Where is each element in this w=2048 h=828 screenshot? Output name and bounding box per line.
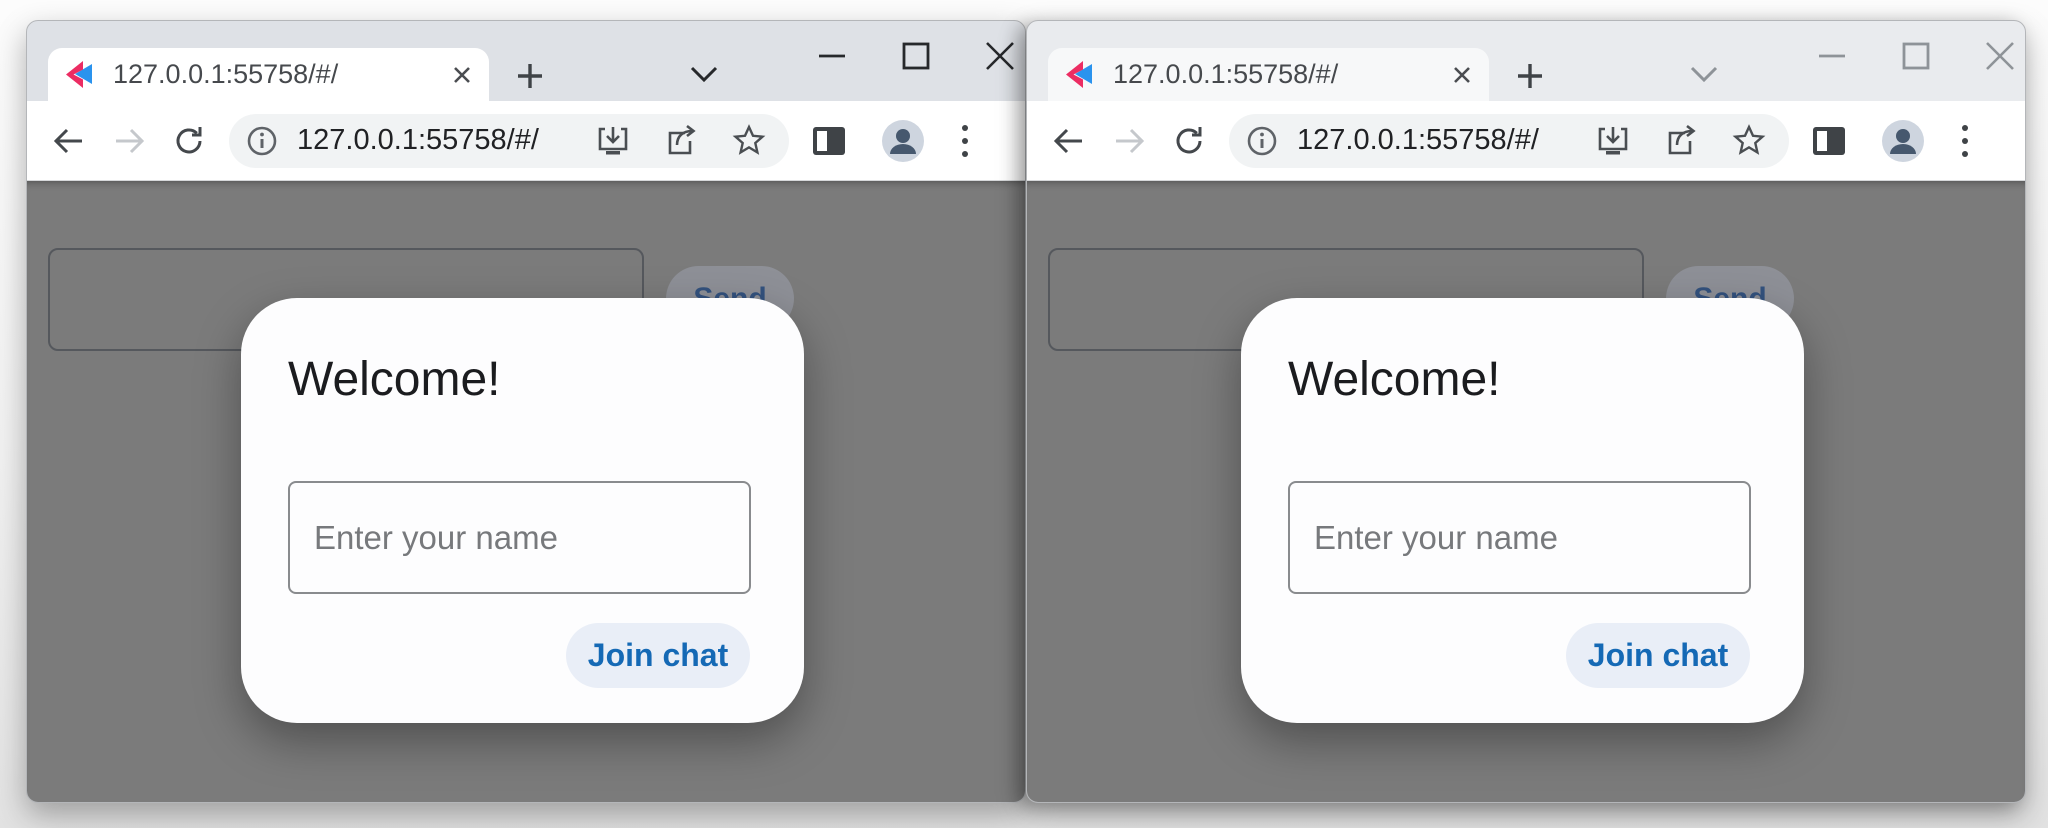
new-tab-icon[interactable] bbox=[1514, 60, 1546, 92]
join-chat-label: Join chat bbox=[588, 637, 728, 674]
site-info-icon[interactable] bbox=[245, 124, 279, 158]
profile-avatar-icon[interactable] bbox=[881, 119, 925, 163]
site-info-icon[interactable] bbox=[1245, 124, 1279, 158]
browser-window-right: 127.0.0.1:55758/#/ bbox=[1026, 20, 2026, 803]
address-bar[interactable]: 127.0.0.1:55758/#/ bbox=[1229, 114, 1789, 168]
url-text[interactable]: 127.0.0.1:55758/#/ bbox=[297, 124, 595, 157]
bookmark-star-icon[interactable] bbox=[1731, 123, 1767, 159]
window-controls bbox=[1817, 41, 2015, 71]
url-text[interactable]: 127.0.0.1:55758/#/ bbox=[1297, 124, 1595, 157]
name-input[interactable] bbox=[1288, 481, 1751, 594]
share-icon[interactable] bbox=[1663, 123, 1699, 159]
profile-avatar-icon[interactable] bbox=[1881, 119, 1925, 163]
reload-icon[interactable] bbox=[1171, 123, 1207, 159]
name-input[interactable] bbox=[288, 481, 751, 594]
address-bar[interactable]: 127.0.0.1:55758/#/ bbox=[229, 114, 789, 168]
forward-icon[interactable] bbox=[111, 123, 147, 159]
browser-toolbar: 127.0.0.1:55758/#/ bbox=[1027, 101, 2025, 181]
install-app-icon[interactable] bbox=[595, 123, 631, 159]
back-icon[interactable] bbox=[1051, 123, 1087, 159]
browser-tab[interactable]: 127.0.0.1:55758/#/ bbox=[1048, 48, 1489, 101]
window-close-icon[interactable] bbox=[1985, 41, 2015, 71]
window-controls bbox=[817, 41, 1015, 71]
browser-window-left: 127.0.0.1:55758/#/ bbox=[26, 20, 1026, 803]
install-app-icon[interactable] bbox=[1595, 123, 1631, 159]
back-icon[interactable] bbox=[51, 123, 87, 159]
join-chat-label: Join chat bbox=[1588, 637, 1728, 674]
tab-strip: 127.0.0.1:55758/#/ bbox=[27, 21, 1025, 101]
join-chat-button[interactable]: Join chat bbox=[1566, 623, 1750, 688]
welcome-dialog: Welcome! Join chat bbox=[1241, 298, 1804, 723]
window-close-icon[interactable] bbox=[985, 41, 1015, 71]
browser-toolbar: 127.0.0.1:55758/#/ bbox=[27, 101, 1025, 181]
browser-tab[interactable]: 127.0.0.1:55758/#/ bbox=[48, 48, 489, 101]
menu-kebab-icon[interactable] bbox=[959, 121, 971, 161]
bookmark-star-icon[interactable] bbox=[731, 123, 767, 159]
tab-close-icon[interactable] bbox=[451, 64, 473, 86]
new-tab-icon[interactable] bbox=[514, 60, 546, 92]
maximize-icon[interactable] bbox=[901, 41, 931, 71]
tab-strip: 127.0.0.1:55758/#/ bbox=[1027, 21, 2025, 101]
menu-kebab-icon[interactable] bbox=[1959, 121, 1971, 161]
dialog-title: Welcome! bbox=[1288, 352, 1501, 407]
toolbar-right-icons bbox=[1811, 119, 1971, 163]
tab-title: 127.0.0.1:55758/#/ bbox=[113, 59, 451, 90]
app-favicon-icon bbox=[1063, 60, 1093, 90]
tab-search-chevron-icon[interactable] bbox=[1687, 63, 1721, 85]
tab-search-chevron-icon[interactable] bbox=[687, 63, 721, 85]
side-panel-icon[interactable] bbox=[1811, 125, 1847, 157]
welcome-dialog: Welcome! Join chat bbox=[241, 298, 804, 723]
forward-icon[interactable] bbox=[1111, 123, 1147, 159]
side-panel-icon[interactable] bbox=[811, 125, 847, 157]
share-icon[interactable] bbox=[663, 123, 699, 159]
page-content-scrim: Send Welcome! Join chat bbox=[27, 181, 1025, 802]
minimize-icon[interactable] bbox=[1817, 41, 1847, 71]
app-favicon-icon bbox=[63, 60, 93, 90]
tab-close-icon[interactable] bbox=[1451, 64, 1473, 86]
tab-title: 127.0.0.1:55758/#/ bbox=[1113, 59, 1451, 90]
page-content-scrim: Send Welcome! Join chat bbox=[1027, 181, 2025, 802]
join-chat-button[interactable]: Join chat bbox=[566, 623, 750, 688]
toolbar-right-icons bbox=[811, 119, 971, 163]
reload-icon[interactable] bbox=[171, 123, 207, 159]
maximize-icon[interactable] bbox=[1901, 41, 1931, 71]
minimize-icon[interactable] bbox=[817, 41, 847, 71]
dialog-title: Welcome! bbox=[288, 352, 501, 407]
